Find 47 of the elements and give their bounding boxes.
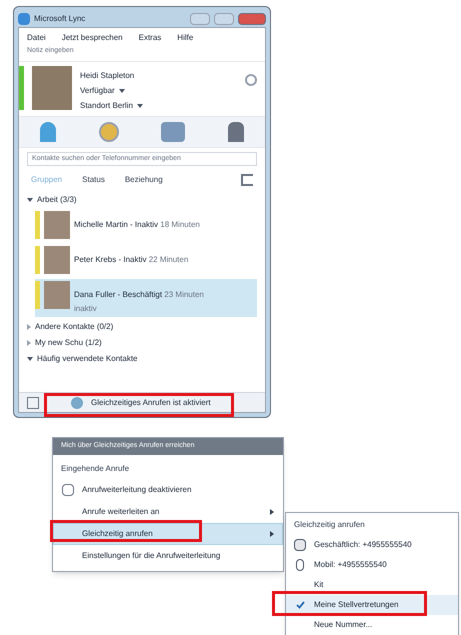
contact-note: inaktiv — [74, 302, 98, 314]
group-label[interactable]: My new Schu (1/2) — [35, 336, 102, 348]
location-dropdown[interactable]: Standort Berlin — [80, 100, 133, 112]
submenu-arrow-icon — [270, 530, 274, 536]
photo-placeholder — [44, 246, 70, 274]
menu-item[interactable]: Neue Nummer... — [286, 615, 458, 635]
menu-item[interactable]: Mobil: +4955555540 — [286, 555, 458, 575]
app-icon — [18, 13, 30, 25]
menu-item[interactable]: Meine Stellvertretungen — [286, 595, 458, 615]
window-title: Microsoft Lync — [34, 13, 86, 25]
tab[interactable]: Status — [82, 174, 105, 186]
caret-icon[interactable] — [118, 88, 125, 92]
menu-heading: Eingehende Anrufe — [60, 462, 130, 475]
user-name: Heidi Stapleton — [80, 70, 136, 82]
menu-heading: Gleichzeitig anrufen — [293, 519, 366, 531]
expand-arrow-icon[interactable] — [27, 198, 33, 202]
contact-row[interactable]: Dana Fuller - Beschäftigt 23 Minuten inaktiv — [35, 278, 257, 316]
photo-placeholder — [32, 66, 72, 110]
contact-name: Michelle Martin - Inaktiv 18 Minuten — [74, 218, 200, 230]
close-button[interactable] — [238, 13, 266, 25]
group-label[interactable]: Häufig verwendete Kontakte — [37, 352, 138, 364]
menu-bar-item[interactable]: Hilfe — [177, 32, 194, 44]
expand-arrow-icon[interactable] — [27, 356, 33, 360]
contact-row[interactable]: Michelle Martin - Inaktiv 18 Minuten — [35, 208, 257, 240]
menu-item[interactable]: Kit — [286, 575, 458, 595]
submenu-arrow-icon — [270, 508, 274, 514]
menu-item[interactable]: Geschäftlich: +4955555540 — [286, 535, 458, 555]
menu-bar-item[interactable]: Extras — [138, 32, 162, 44]
photo-placeholder — [44, 280, 70, 308]
group-label[interactable]: Arbeit (3/3) — [37, 194, 77, 206]
menu-item[interactable]: Einstellungen für die Anrufweiterleitung — [53, 544, 283, 566]
menu-bar-item[interactable]: Datei — [27, 32, 46, 44]
contact-name: Dana Fuller - Beschäftigt 23 Minuten — [74, 288, 204, 300]
presence-bar — [19, 66, 24, 110]
menu-item[interactable]: Anrufe weiterleiten an — [53, 500, 283, 522]
menu-item[interactable]: Anrufweiterleitung deaktivieren — [53, 478, 283, 500]
minimize-button[interactable] — [190, 13, 210, 25]
photo-placeholder — [44, 210, 70, 238]
group-label[interactable]: Andere Kontakte (0/2) — [35, 320, 114, 332]
caret-icon[interactable] — [136, 104, 143, 108]
contact-name: Peter Krebs - Inaktiv 22 Minuten — [74, 254, 188, 266]
tab[interactable]: Beziehung — [124, 174, 163, 186]
checkmark-icon — [296, 601, 304, 609]
contact-row[interactable]: Peter Krebs - Inaktiv 22 Minuten — [35, 244, 257, 276]
status-dropdown[interactable]: Verfügbar — [80, 84, 115, 96]
maximize-button[interactable] — [214, 13, 234, 25]
menu-bar-item[interactable]: Jetzt besprechen — [62, 32, 123, 44]
